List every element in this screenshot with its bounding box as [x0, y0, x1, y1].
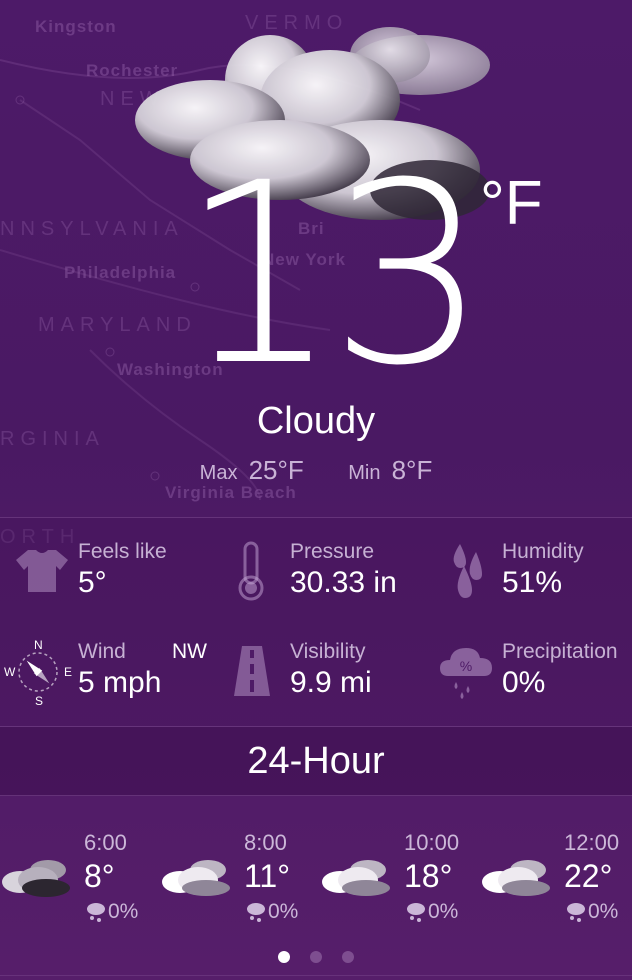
- feels-like-label: Feels like: [78, 540, 167, 563]
- visibility-label: Visibility: [290, 640, 366, 663]
- compass-s: S: [35, 694, 44, 708]
- hourly-item[interactable]: 8:00 11° 0%: [160, 830, 310, 930]
- min-label: Min: [348, 462, 381, 484]
- pressure-item: Pressure 30.33 in: [290, 540, 397, 600]
- max-value: 25°F: [248, 455, 304, 485]
- temperature-unit: °F: [480, 169, 543, 238]
- hour-time: 8:00: [244, 830, 287, 855]
- page-indicator[interactable]: [0, 950, 632, 968]
- thermometer-icon: [238, 541, 264, 601]
- hour-temp: 18°: [404, 858, 453, 894]
- tshirt-icon: [16, 550, 68, 592]
- weather-condition: Cloudy: [256, 400, 376, 442]
- hour-time: 6:00: [84, 830, 127, 855]
- dark-cloud-icon: [2, 860, 70, 897]
- rain-icon: [247, 903, 265, 922]
- wind-value: 5 mph: [78, 666, 162, 699]
- rain-icon: [87, 903, 105, 922]
- pressure-value: 30.33 in: [290, 566, 397, 599]
- cloud-icon: [162, 860, 230, 896]
- humidity-item: Humidity 51%: [502, 540, 584, 600]
- precipitation-label: Precipitation: [502, 640, 618, 663]
- hourly-item[interactable]: 10:00 18° 0%: [320, 830, 470, 930]
- page-dot-2[interactable]: [310, 951, 322, 963]
- compass-e: E: [64, 665, 73, 679]
- pressure-label: Pressure: [290, 540, 375, 563]
- hour-precip: 0%: [108, 900, 139, 923]
- feels-like-value: 5°: [78, 566, 107, 599]
- precipitation-item: Precipitation 0%: [502, 640, 618, 700]
- compass-icon: N S E W: [4, 638, 73, 708]
- hour-time: 10:00: [404, 830, 460, 855]
- humidity-label: Humidity: [502, 540, 584, 563]
- precipitation-value: 0%: [502, 666, 546, 699]
- rain-icon: [407, 903, 425, 922]
- min-value: 8°F: [391, 455, 433, 485]
- rain-cloud-percent-icon: %: [440, 648, 492, 699]
- road-icon: [234, 646, 270, 696]
- rain-icon: [567, 903, 585, 922]
- wind-item: Wind 5 mph: [78, 640, 161, 700]
- hourly-item[interactable]: 6:00 8° 0%: [0, 830, 150, 930]
- current-temperature: 13: [180, 129, 488, 420]
- cloud-icon: [482, 860, 550, 896]
- page-dot-1[interactable]: [277, 951, 290, 963]
- hour-temp: 22°: [564, 858, 613, 894]
- wind-label: Wind: [78, 640, 126, 663]
- hour-temp: 11°: [244, 858, 291, 894]
- visibility-value: 9.9 mi: [290, 666, 372, 699]
- details-panel: Feels like 5° Pressure 30.33 in Humidity…: [0, 517, 632, 727]
- compass-n: N: [34, 638, 43, 652]
- page-dot-3[interactable]: [342, 951, 355, 963]
- humidity-value: 51%: [502, 566, 563, 599]
- visibility-item: Visibility 9.9 mi: [290, 640, 372, 700]
- max-label: Max: [199, 462, 238, 484]
- divider: [0, 975, 632, 976]
- droplets-icon: [453, 544, 482, 598]
- wind-direction: NW: [172, 640, 207, 663]
- min-max-temperature: Max 25°F Min 8°F: [0, 455, 632, 486]
- cloud-icon: [322, 860, 390, 896]
- hour-precip: 0%: [588, 900, 619, 923]
- compass-w: W: [4, 665, 16, 679]
- hour-time: 12:00: [564, 830, 620, 855]
- svg-text:%: %: [460, 658, 472, 674]
- hourly-item[interactable]: 12:00 22° 0%: [480, 830, 630, 930]
- hourly-forecast-header[interactable]: 24-Hour: [0, 727, 632, 796]
- hour-temp: 8°: [84, 858, 115, 894]
- hour-precip: 0%: [428, 900, 459, 923]
- hour-precip: 0%: [268, 900, 299, 923]
- feels-like-item: Feels like 5°: [78, 540, 167, 600]
